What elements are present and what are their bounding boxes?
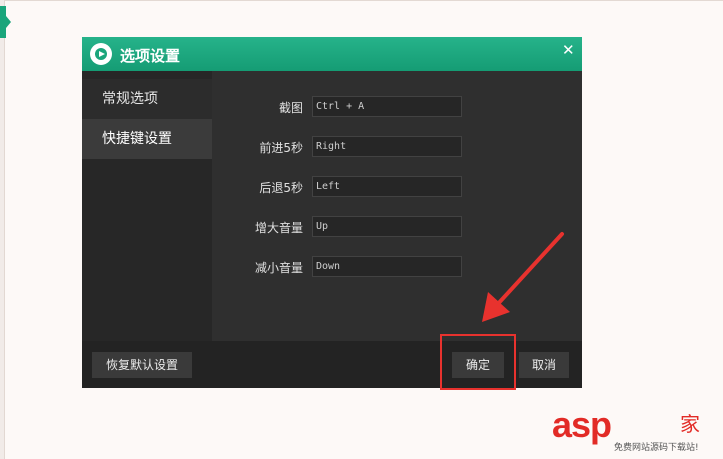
pointer-arrow-icon [482,232,564,322]
watermark-char: 家 [680,412,700,436]
site-watermark: asp 家 免费网站源码下载站! [552,404,700,453]
watermark-text: asp [552,404,612,445]
hotkey-input-screenshot[interactable] [312,96,462,117]
sidebar-item-hotkeys[interactable]: 快捷键设置 [82,119,212,159]
ok-highlight-box [440,334,516,390]
hotkey-input-backward[interactable] [312,176,462,197]
watermark-subtitle: 免费网站源码下载站! [614,443,699,453]
hotkey-row-backward: 后退5秒 [212,176,582,198]
restore-defaults-button[interactable]: 恢复默认设置 [92,352,192,378]
close-icon[interactable]: ✕ [562,41,575,59]
hotkey-label-forward: 前进5秒 [259,141,303,155]
hotkey-label-backward: 后退5秒 [259,181,303,195]
cancel-button[interactable]: 取消 [519,352,569,378]
collapse-tab-icon[interactable] [0,6,11,38]
hotkey-input-volume-up[interactable] [312,216,462,237]
page-top-border [0,0,723,1]
left-edge-panel [0,0,5,459]
hotkey-label-volume-down: 减小音量 [254,261,303,275]
hotkey-input-volume-down[interactable] [312,256,462,277]
dialog-titlebar: 选项设置 ✕ [82,37,582,71]
hotkey-label-screenshot: 截图 [278,101,303,115]
hotkey-row-forward: 前进5秒 [212,136,582,158]
options-sidebar: 常规选项 快捷键设置 [82,71,212,341]
app-logo-icon [90,43,112,65]
hotkey-label-volume-up: 增大音量 [254,221,303,235]
dialog-title: 选项设置 [120,47,181,65]
hotkey-input-forward[interactable] [312,136,462,157]
sidebar-item-general[interactable]: 常规选项 [82,79,212,119]
hotkey-row-screenshot: 截图 [212,96,582,118]
